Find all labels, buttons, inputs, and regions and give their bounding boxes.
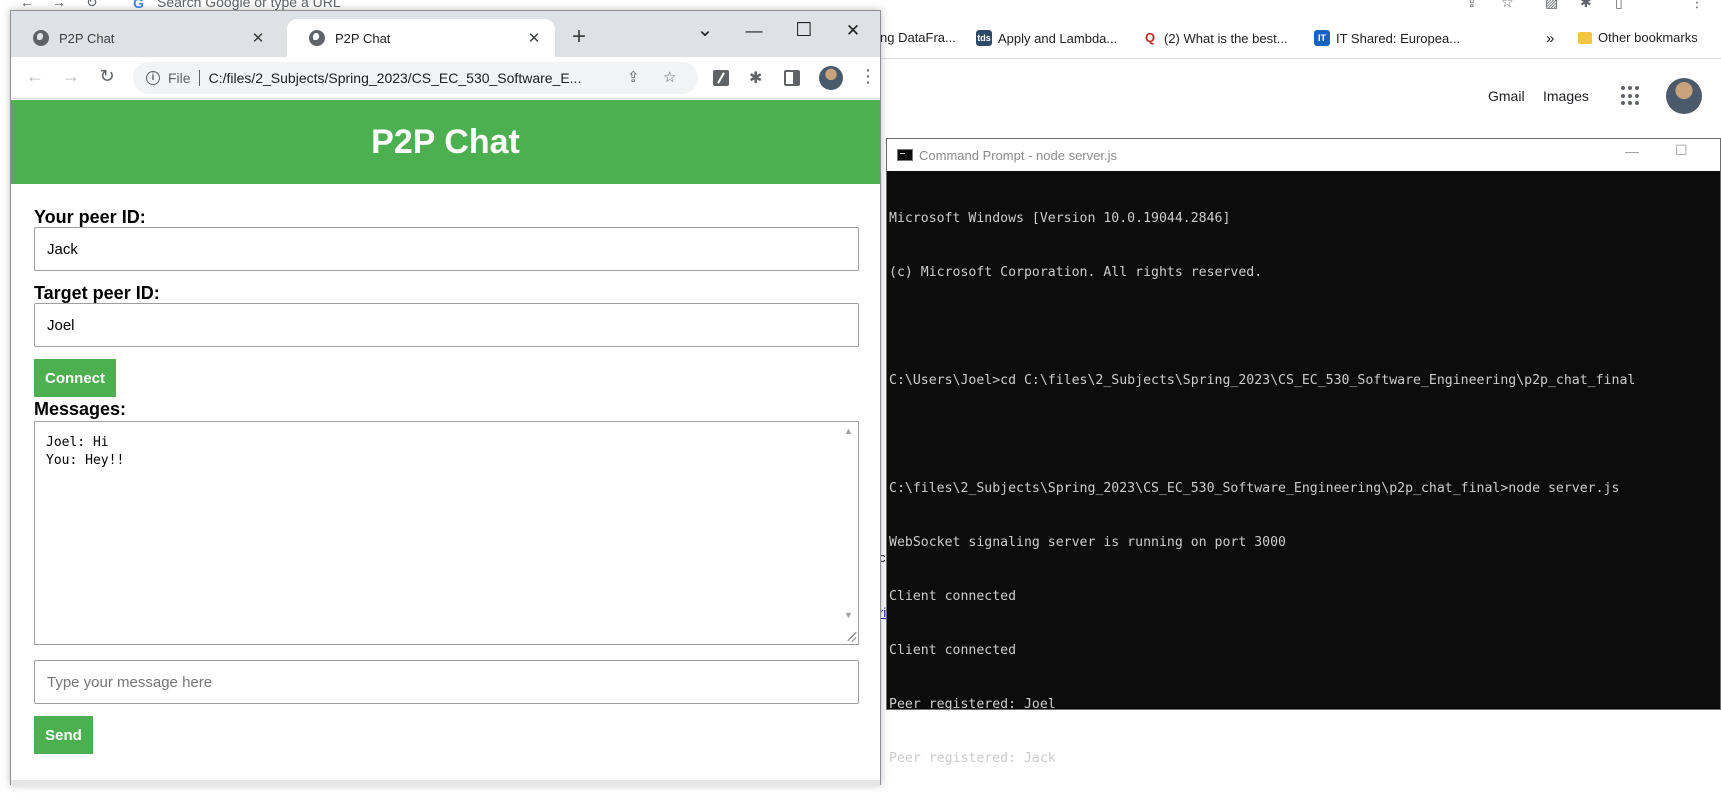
address-bar[interactable]: i File C:/files/2_Subjects/Spring_2023/C… xyxy=(133,62,698,94)
your-peer-id-input[interactable]: Jack xyxy=(34,227,859,271)
command-prompt-title: Command Prompt - node server.js xyxy=(919,147,1117,163)
globe-icon xyxy=(33,30,49,46)
background-omnibox[interactable]: Search Google or type a URL xyxy=(157,0,341,10)
tab-title: P2P Chat xyxy=(59,30,115,46)
messages-content: Joel: Hi You: Hey!! xyxy=(46,435,125,468)
share-icon[interactable]: ⇪ xyxy=(1466,0,1478,11)
terminal-line: C:\Users\Joel>cd C:\files\2_Subjects\Spr… xyxy=(889,373,1636,388)
globe-icon xyxy=(309,30,325,46)
scroll-down-icon[interactable]: ▼ xyxy=(844,610,853,620)
extension-icon[interactable] xyxy=(713,70,729,86)
horizontal-scrollbar[interactable] xyxy=(11,780,880,786)
terminal-line: WebSocket signaling server is running on… xyxy=(889,535,1286,550)
bookmark-star-icon[interactable]: ☆ xyxy=(663,68,676,86)
tds-icon: tds xyxy=(976,30,992,46)
resize-handle-icon[interactable] xyxy=(844,630,856,642)
forward-icon[interactable]: → xyxy=(52,0,66,10)
puzzle-extensions-icon[interactable]: ✱ xyxy=(749,68,762,88)
forward-icon[interactable]: → xyxy=(60,66,82,87)
bookmark-item[interactable]: ng DataFra... xyxy=(880,30,956,45)
bookmark-item[interactable]: tds Apply and Lambda... xyxy=(976,30,1117,46)
scroll-up-icon[interactable]: ▲ xyxy=(844,426,853,436)
p2p-chat-page: P2P Chat Your peer ID: Jack Target peer … xyxy=(11,100,880,786)
terminal-line: Peer registered: Joel xyxy=(889,697,1056,712)
terminal-line: Microsoft Windows [Version 10.0.19044.28… xyxy=(889,211,1231,226)
overflow-chevron-icon: » xyxy=(1546,30,1555,47)
tab-search-icon[interactable]: ⌄ xyxy=(693,17,717,42)
tab-p2p-chat-active[interactable]: P2P Chat ✕ xyxy=(287,19,555,57)
back-icon[interactable]: ← xyxy=(24,66,46,87)
url-scheme: File xyxy=(168,70,191,86)
google-account-avatar[interactable] xyxy=(1666,78,1702,114)
kebab-menu-icon[interactable]: ⋮ xyxy=(859,66,877,87)
close-window-button[interactable]: ✕ xyxy=(841,21,865,41)
bookmark-label: ng DataFra... xyxy=(880,30,956,45)
close-tab-icon[interactable]: ✕ xyxy=(249,29,267,47)
target-peer-id-label: Target peer ID: xyxy=(34,283,160,303)
target-peer-id-input[interactable]: Joel xyxy=(34,303,859,347)
bookmarks-overflow-button[interactable]: » xyxy=(1546,30,1554,47)
maximize-button[interactable]: ☐ xyxy=(792,19,816,42)
bookmarks-divider xyxy=(880,58,1721,59)
terminal-line: C:\files\2_Subjects\Spring_2023\CS_EC_53… xyxy=(889,481,1620,496)
menu-icon[interactable]: ⋮ xyxy=(1690,0,1704,11)
url-divider xyxy=(198,70,200,86)
tab-p2p-chat-inactive[interactable]: P2P Chat ✕ xyxy=(11,19,279,57)
messages-label: Messages: xyxy=(34,399,127,419)
info-icon[interactable]: i xyxy=(146,71,160,85)
it-icon: IT xyxy=(1314,30,1330,46)
extension-icon[interactable]: ▨ xyxy=(1545,0,1558,11)
command-prompt-window[interactable]: Command Prompt - node server.js — ☐ Micr… xyxy=(886,138,1721,766)
folder-icon xyxy=(1578,31,1592,44)
message-input[interactable]: Type your message here xyxy=(34,660,859,704)
url-text[interactable]: C:/files/2_Subjects/Spring_2023/CS_EC_53… xyxy=(209,70,604,86)
command-prompt-titlebar[interactable]: Command Prompt - node server.js — ☐ xyxy=(887,139,1720,171)
quora-icon: Q xyxy=(1142,30,1158,46)
close-tab-icon[interactable]: ✕ xyxy=(525,29,543,47)
browser-toolbar: ← → ↻ i File C:/files/2_Subjects/Spring_… xyxy=(11,57,880,99)
side-panel-icon[interactable]: ▯ xyxy=(1615,0,1623,11)
minimize-button[interactable]: — xyxy=(742,21,766,41)
gmail-link[interactable]: Gmail xyxy=(1488,88,1525,104)
page-title: P2P Chat xyxy=(11,100,880,184)
your-peer-id-label: Your peer ID: xyxy=(34,207,146,227)
messages-textarea[interactable]: Joel: Hi You: Hey!! ▲ ▼ xyxy=(34,421,859,645)
other-bookmarks-folder[interactable]: Other bookmarks xyxy=(1578,30,1698,45)
terminal-output[interactable]: Microsoft Windows [Version 10.0.19044.28… xyxy=(887,171,1720,804)
bookmarks-bar: ng DataFra... tds Apply and Lambda... Q … xyxy=(880,26,1721,56)
chrome-window: P2P Chat ✕ P2P Chat ✕ + ⌄ — ☐ ✕ ← → ↻ i … xyxy=(10,10,881,786)
other-bookmarks-label: Other bookmarks xyxy=(1598,30,1698,45)
terminal-line: Client connected xyxy=(889,589,1017,604)
tab-title: P2P Chat xyxy=(335,30,391,46)
connect-button[interactable]: Connect xyxy=(34,359,116,397)
send-button[interactable]: Send xyxy=(34,716,93,754)
star-icon[interactable]: ☆ xyxy=(1501,0,1514,11)
puzzle-icon[interactable]: ✱ xyxy=(1580,0,1592,11)
images-link[interactable]: Images xyxy=(1543,88,1589,104)
profile-avatar[interactable] xyxy=(819,66,843,90)
maximize-button[interactable]: ☐ xyxy=(1675,142,1688,159)
bookmark-label: IT Shared: Europea... xyxy=(1336,30,1461,46)
terminal-line: Client connected xyxy=(889,643,1017,658)
messages-scrollbar[interactable]: ▲ ▼ xyxy=(840,422,858,644)
side-panel-icon[interactable] xyxy=(784,70,800,86)
bookmark-label: (2) What is the best... xyxy=(1164,30,1288,46)
command-prompt-icon xyxy=(897,149,913,161)
reload-icon[interactable]: ↻ xyxy=(96,66,118,87)
bookmark-item[interactable]: IT IT Shared: Europea... xyxy=(1314,30,1460,46)
back-icon[interactable]: ← xyxy=(20,0,34,10)
bookmark-label: Apply and Lambda... xyxy=(998,30,1118,46)
share-icon[interactable]: ⇪ xyxy=(627,68,640,86)
tab-strip: P2P Chat ✕ P2P Chat ✕ + ⌄ — ☐ ✕ xyxy=(11,11,880,57)
minimize-button[interactable]: — xyxy=(1625,143,1639,159)
terminal-line: Peer registered: Jack xyxy=(889,751,1056,766)
terminal-line: (c) Microsoft Corporation. All rights re… xyxy=(889,265,1263,280)
google-apps-icon[interactable] xyxy=(1621,86,1641,106)
bookmark-item[interactable]: Q (2) What is the best... xyxy=(1142,30,1288,46)
new-tab-button[interactable]: + xyxy=(572,25,586,49)
